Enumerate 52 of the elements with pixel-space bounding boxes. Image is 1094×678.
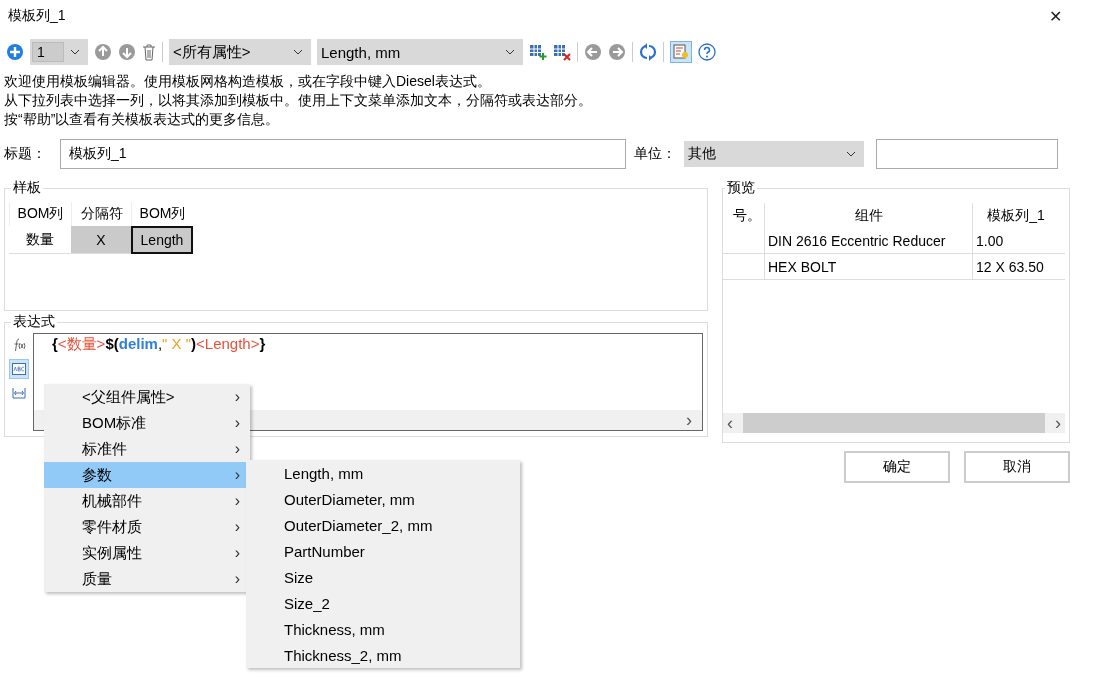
template-cell[interactable]: X [71, 226, 131, 254]
trash-icon[interactable] [142, 43, 156, 61]
title-field[interactable]: 模板列_1 [60, 139, 626, 169]
caret-icon [846, 151, 856, 157]
expression-legend: 表达式 [11, 313, 57, 331]
table-cell-text: 1.00 [975, 231, 1005, 251]
template-legend: 样板 [11, 179, 43, 197]
caret-icon [70, 49, 80, 55]
table-cell: HEX BOLT [765, 254, 973, 279]
instruction-text: 欢迎使用模板编辑器。使用模板网格构造模板，或在字段中键入Diesel表达式。 [4, 72, 492, 91]
menu-item[interactable]: <父组件属性> › [44, 384, 250, 410]
caret-icon [293, 49, 303, 55]
count-dropdown[interactable]: 1 [30, 39, 88, 65]
scroll-right-arrow[interactable]: › [1051, 412, 1065, 434]
ok-button[interactable]: 确定 [844, 451, 950, 483]
scroll-left-arrow[interactable]: ‹ [723, 412, 737, 434]
template-cell[interactable]: Length [131, 226, 193, 254]
close-button[interactable]: ✕ [1039, 4, 1086, 28]
move-up-icon[interactable] [94, 43, 112, 61]
expression-field[interactable]: {<数量>$(delim," X ")<Length>} [52, 334, 702, 354]
cancel-button[interactable]: 取消 [964, 451, 1070, 483]
add-column-icon[interactable] [529, 43, 547, 61]
remove-column-icon[interactable] [553, 43, 571, 61]
property-filter-dropdown[interactable]: <所有属性> [169, 39, 311, 65]
column-header: 模板列_1 [986, 205, 1046, 225]
unit-extra-field[interactable] [876, 139, 1058, 169]
scroll-right-arrow[interactable]: › [682, 409, 696, 431]
refresh-icon[interactable] [639, 43, 657, 61]
unit-label: 单位： [634, 145, 676, 163]
move-down-icon[interactable] [118, 43, 136, 61]
unit-dropdown[interactable]: 其他 [684, 141, 864, 167]
add-icon[interactable] [6, 43, 24, 61]
window-title: 模板列_1 [8, 7, 66, 25]
submenu-item[interactable]: Thickness_2, mm [246, 642, 520, 668]
help-icon[interactable] [698, 43, 716, 61]
table-cell-text: 12 X 63.50 [975, 257, 1045, 277]
column-header: 号。 [723, 203, 765, 228]
submenu-item[interactable]: Thickness, mm [246, 616, 520, 642]
preview-toggle-button[interactable] [670, 41, 692, 63]
submenu-item[interactable]: Size_2 [246, 590, 520, 616]
instruction-text: 按“帮助”以查看有关模板表达式的更多信息。 [4, 110, 281, 129]
caret-icon [505, 49, 515, 55]
preview-legend: 预览 [725, 179, 757, 197]
instruction-text: 从下拉列表中选择一列，以将其添加到模板中。使用上下文菜单添加文本，分隔符或表达部分。 [4, 91, 593, 110]
text-abc-icon[interactable] [9, 359, 29, 379]
column-header: 组件 [765, 203, 973, 228]
table-cell: DIN 2616 Eccentric Reducer [765, 228, 973, 253]
menu-item[interactable]: 标准件 › [44, 436, 250, 462]
title-label: 标题： [4, 145, 46, 163]
horizontal-scrollbar[interactable]: ‹ › [723, 413, 1065, 433]
template-header: BOM列 [9, 202, 71, 226]
column-dropdown[interactable]: Length, mm [317, 39, 523, 65]
